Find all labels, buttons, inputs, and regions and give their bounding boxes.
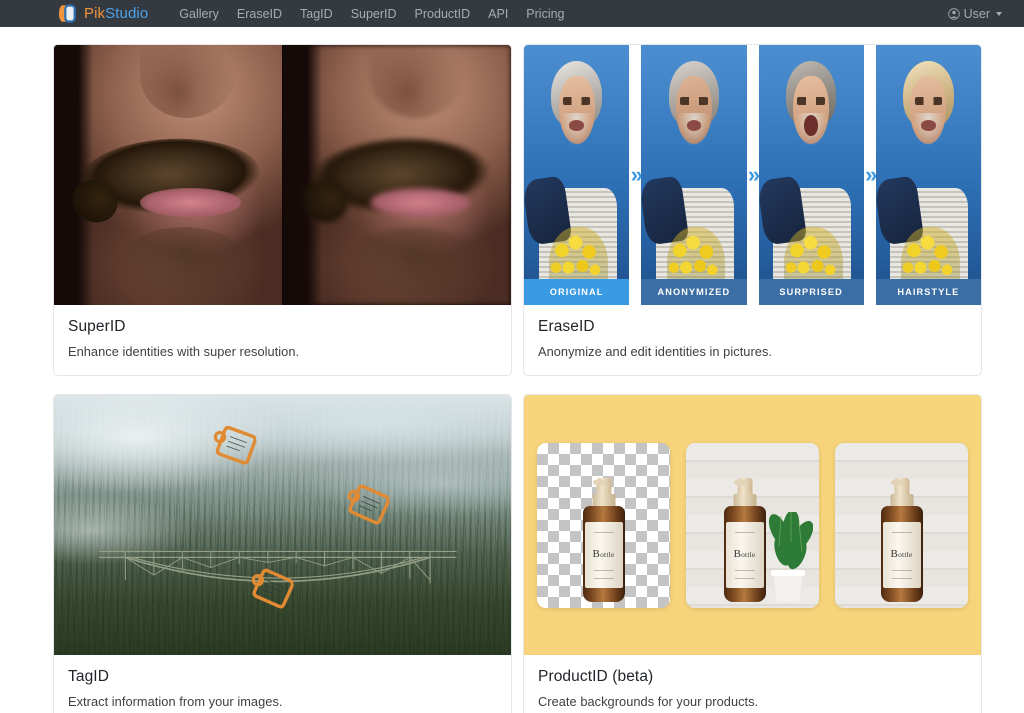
- card-superid-title: SuperID: [68, 318, 126, 335]
- nav-item-gallery[interactable]: Gallery: [170, 5, 228, 23]
- potted-plant-graphic: [759, 509, 814, 604]
- productid-tile-wood-background: Bottle: [835, 442, 968, 608]
- brand-text-pik: Pik: [84, 5, 106, 22]
- card-superid[interactable]: SuperID Enhance identities with super re…: [53, 44, 512, 376]
- nav-link-superid[interactable]: SuperID: [342, 5, 406, 23]
- feature-card-grid: SuperID Enhance identities with super re…: [53, 44, 982, 713]
- nav-item-pricing[interactable]: Pricing: [517, 5, 573, 23]
- chevron-right-double-icon: »: [865, 162, 877, 187]
- card-productid[interactable]: Bottle Bottle Bottle ProductID (beta) Cr…: [523, 394, 982, 713]
- eraseid-label-surprised: SURPRISED: [758, 279, 864, 305]
- eraseid-panel-anonymized: ANONYMIZED: [641, 45, 747, 305]
- chevron-right-double-icon: »: [747, 162, 760, 187]
- tagid-fog-overlay: [54, 395, 511, 655]
- card-productid-media[interactable]: Bottle Bottle Bottle: [524, 395, 981, 655]
- brand-text: PikStudio: [84, 5, 148, 22]
- chevron-right-double-icon: »: [630, 162, 643, 187]
- tag-icon: [340, 481, 391, 532]
- card-eraseid-description: Anonymize and edit identities in picture…: [538, 344, 772, 359]
- eraseid-label-hairstyle: HAIRSTYLE: [875, 279, 981, 305]
- bottle-label-initial: B: [592, 547, 601, 560]
- card-productid-title: ProductID (beta): [538, 668, 654, 685]
- pikstudio-logo-icon: [58, 3, 77, 24]
- nav-item-productid[interactable]: ProductID: [406, 5, 480, 23]
- productid-tile-transparent: Bottle: [537, 442, 670, 608]
- user-menu-label: User: [963, 6, 990, 21]
- nav-item-tagid[interactable]: TagID: [291, 5, 342, 23]
- page-content: SuperID Enhance identities with super re…: [0, 27, 1024, 713]
- navbar-right: User: [942, 5, 1008, 23]
- superid-before-image: [54, 45, 282, 305]
- bottle-label-initial: B: [733, 547, 742, 560]
- nav-link-api[interactable]: API: [479, 5, 517, 23]
- eraseid-panel-hairstyle: HAIRSTYLE: [875, 45, 981, 305]
- card-tagid-description: Extract information from your images.: [68, 694, 283, 709]
- productid-tile-plant-background: Bottle: [686, 442, 819, 608]
- superid-after-image: [283, 45, 511, 305]
- bottle-label-rest: ottle: [600, 549, 615, 559]
- eraseid-panel-surprised: SURPRISED: [758, 45, 864, 305]
- user-circle-icon: [947, 7, 960, 20]
- bottle-label-initial: B: [890, 547, 899, 560]
- card-tagid-title: TagID: [68, 668, 109, 685]
- eraseid-gap-3: »: [863, 45, 877, 305]
- caret-down-icon: [996, 11, 1002, 16]
- card-eraseid[interactable]: ORIGINAL » ANONYMIZED » SURPRISED » HAIR…: [523, 44, 982, 376]
- eraseid-gap-2: »: [746, 45, 760, 305]
- eraseid-gap-1: »: [629, 45, 643, 305]
- product-bottle-graphic: Bottle: [582, 477, 625, 602]
- tag-icon: [206, 421, 258, 473]
- card-eraseid-body: EraseID Anonymize and edit identities in…: [524, 305, 981, 375]
- eraseid-panel-original: ORIGINAL: [524, 45, 630, 305]
- card-eraseid-title: EraseID: [538, 318, 595, 335]
- product-bottle-graphic: Bottle: [880, 477, 923, 602]
- brand-link[interactable]: PikStudio: [58, 3, 148, 24]
- card-tagid-body: TagID Extract information from your imag…: [54, 655, 511, 713]
- nav-link-productid[interactable]: ProductID: [406, 5, 480, 23]
- nav-link-tagid[interactable]: TagID: [291, 5, 342, 23]
- card-tagid[interactable]: TagID Extract information from your imag…: [53, 394, 512, 713]
- bottle-label-rest: ottle: [898, 549, 913, 559]
- bottle-label-rest: ottle: [741, 549, 756, 559]
- eraseid-label-original: ORIGINAL: [524, 279, 630, 305]
- nav-item-api[interactable]: API: [479, 5, 517, 23]
- nav-item-superid[interactable]: SuperID: [342, 5, 406, 23]
- top-navbar: PikStudio Gallery EraseID TagID SuperID …: [0, 0, 1024, 27]
- nav-link-pricing[interactable]: Pricing: [517, 5, 573, 23]
- tag-icon: [244, 564, 295, 615]
- nav-links: Gallery EraseID TagID SuperID ProductID …: [170, 5, 573, 23]
- card-tagid-media[interactable]: [54, 395, 511, 655]
- card-superid-body: SuperID Enhance identities with super re…: [54, 305, 511, 375]
- eraseid-label-anonymized: ANONYMIZED: [641, 279, 747, 305]
- card-productid-description: Create backgrounds for your products.: [538, 694, 759, 709]
- card-eraseid-media[interactable]: ORIGINAL » ANONYMIZED » SURPRISED » HAIR…: [524, 45, 981, 305]
- user-menu-button[interactable]: User: [942, 5, 1008, 23]
- brand-text-studio: Studio: [105, 5, 149, 22]
- nav-link-eraseid[interactable]: EraseID: [228, 5, 291, 23]
- nav-item-eraseid[interactable]: EraseID: [228, 5, 291, 23]
- card-superid-media[interactable]: [54, 45, 511, 305]
- product-bottle-graphic: Bottle: [723, 477, 766, 602]
- card-superid-description: Enhance identities with super resolution…: [68, 344, 300, 359]
- card-productid-body: ProductID (beta) Create backgrounds for …: [524, 655, 981, 713]
- nav-link-gallery[interactable]: Gallery: [170, 5, 228, 23]
